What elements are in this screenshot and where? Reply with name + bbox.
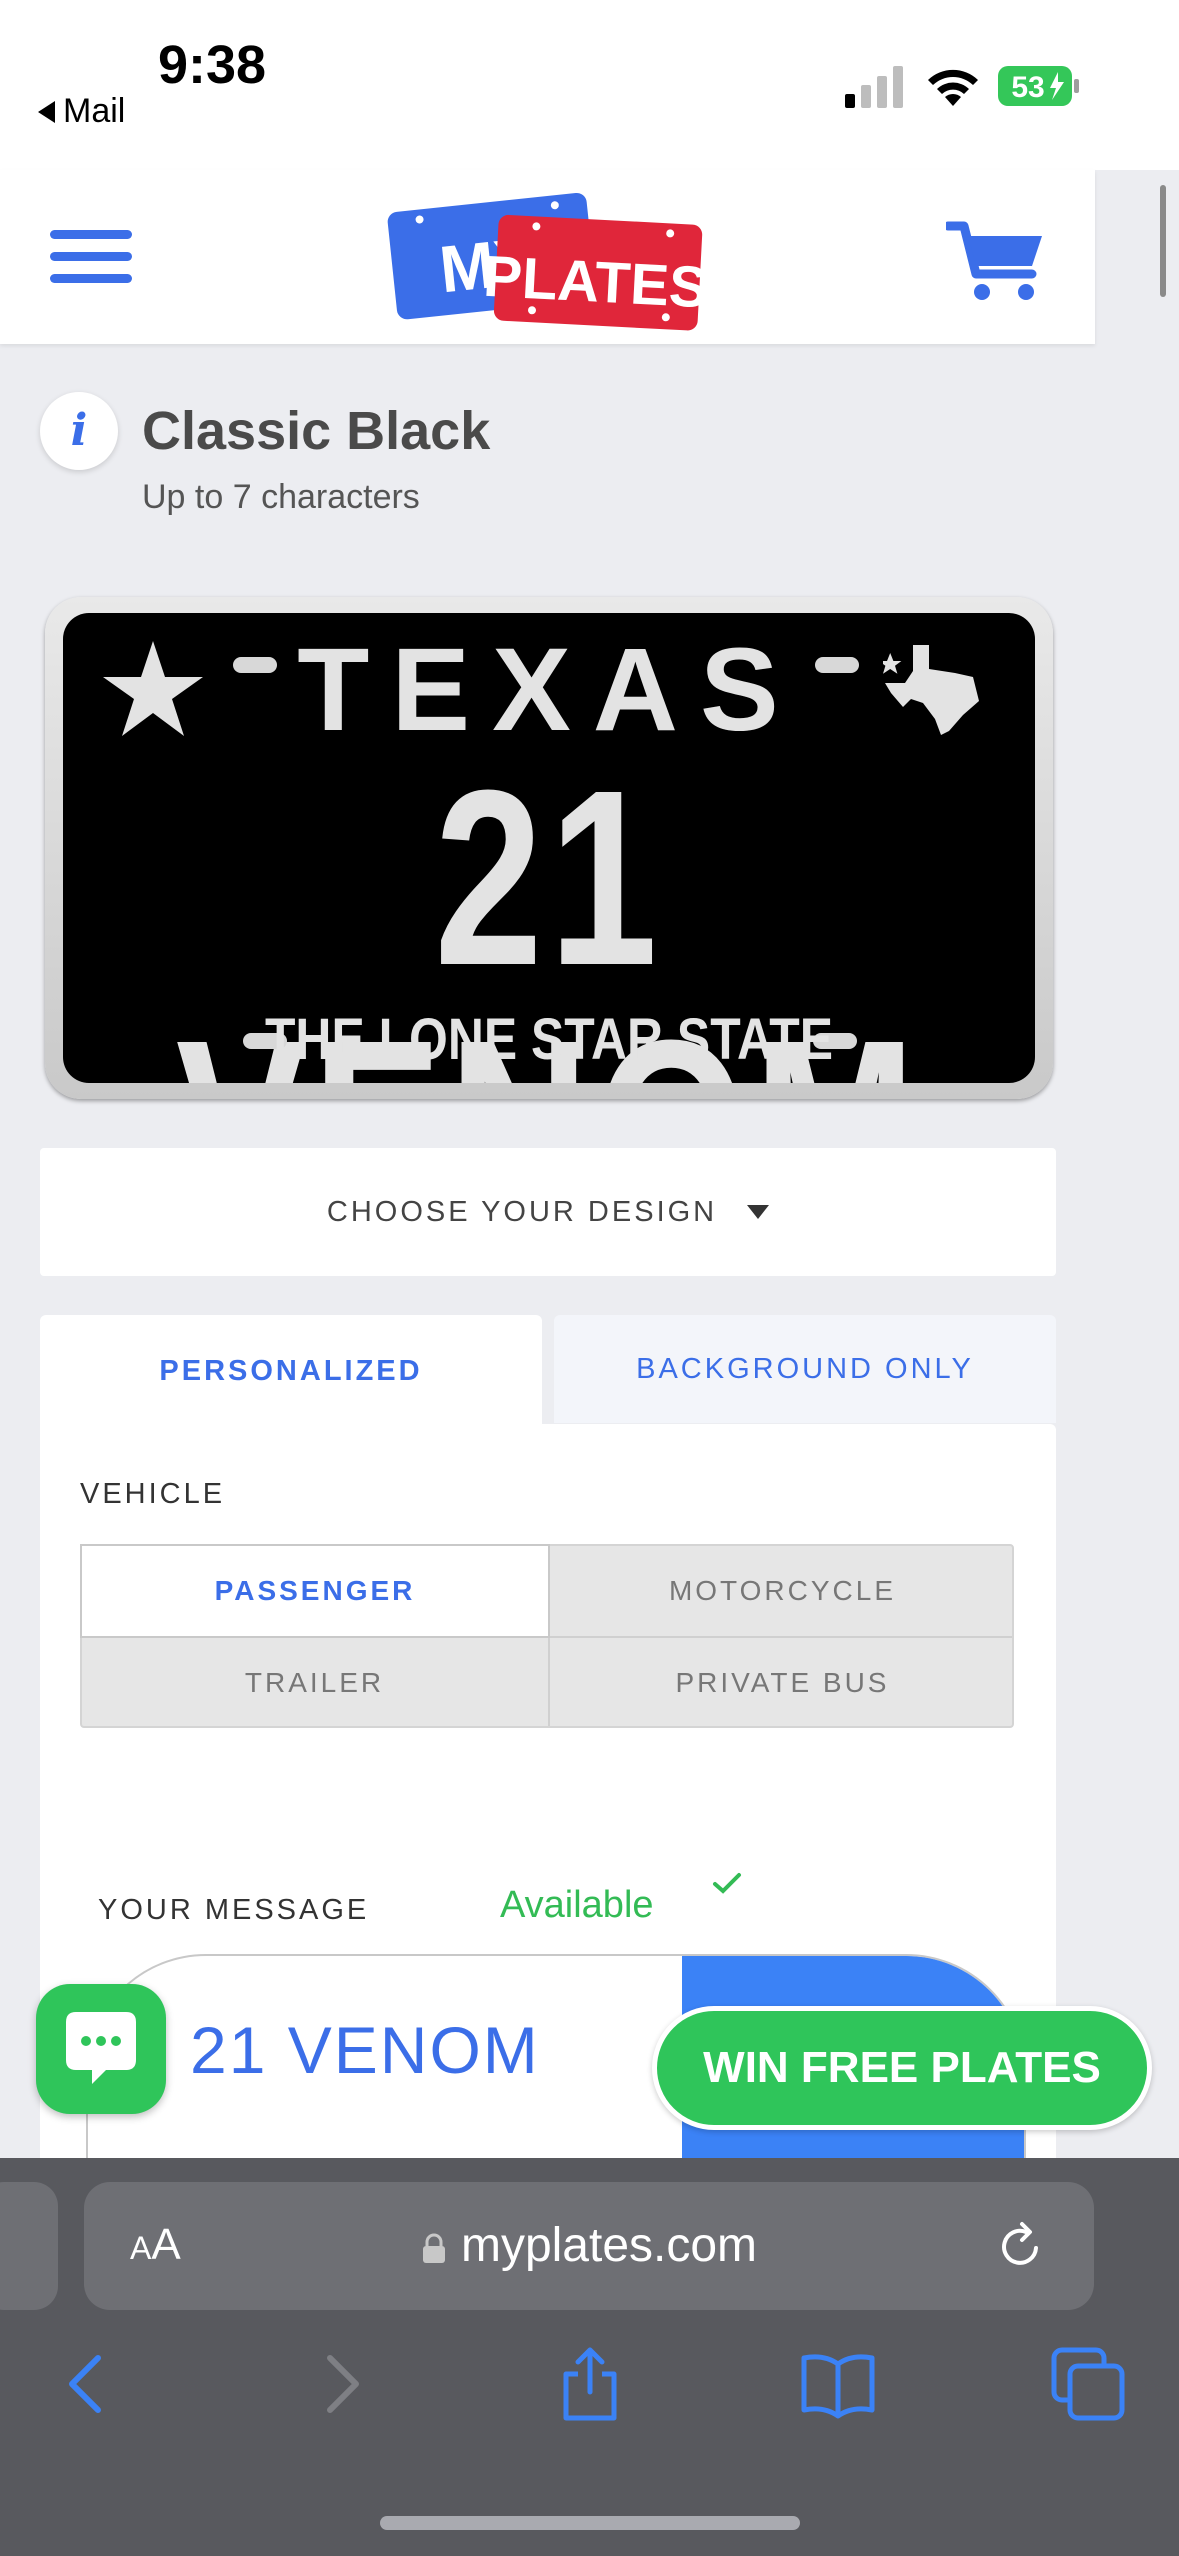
license-plate-preview: TEXAS 21 VENOM THE LONE STAR STATE (45, 597, 1053, 1099)
message-input-value[interactable]: 21 VENOM (190, 2012, 540, 2088)
home-indicator[interactable] (380, 2516, 800, 2530)
choose-design-label: CHOOSE YOUR DESIGN (326, 1195, 718, 1228)
previous-tab-preview[interactable] (0, 2182, 58, 2310)
wifi-icon (928, 69, 978, 106)
cellular-signal-icon (845, 66, 903, 108)
vehicle-option-private-bus[interactable]: PRIVATE BUS (550, 1638, 1015, 1728)
page-scrollbar[interactable] (1160, 185, 1166, 297)
back-to-mail-link[interactable]: Mail (38, 92, 125, 131)
address-bar[interactable]: AA myplates.com (84, 2182, 1094, 2310)
info-icon[interactable]: i (40, 392, 118, 470)
chat-button[interactable] (36, 1984, 166, 2114)
shopping-cart-icon[interactable] (946, 218, 1046, 306)
url-text: myplates.com (460, 2219, 758, 2272)
bookmarks-icon[interactable] (800, 2346, 876, 2422)
lock-icon (422, 2233, 445, 2264)
your-message-label: YOUR MESSAGE (98, 1894, 370, 1926)
vehicle-type-selector: PASSENGER MOTORCYCLE TRAILER PRIVATE BUS (80, 1544, 1014, 1728)
vehicle-option-trailer[interactable]: TRAILER (82, 1638, 547, 1728)
plate-style-title: Classic Black (142, 401, 491, 461)
caret-down-icon (747, 1205, 770, 1219)
win-free-plates-button[interactable]: WIN FREE PLATES (652, 2006, 1152, 2130)
tabs-icon[interactable] (1050, 2346, 1126, 2422)
tab-background-only[interactable]: BACKGROUND ONLY (554, 1315, 1056, 1423)
back-icon[interactable] (50, 2346, 126, 2422)
reload-icon[interactable] (996, 2220, 1046, 2272)
svg-text:PLATES: PLATES (482, 244, 710, 321)
plate-slogan: THE LONE STAR STATE (264, 1007, 834, 1072)
hamburger-menu-icon[interactable] (50, 230, 132, 286)
status-bar: 9:38 Mail 53 (0, 0, 1179, 170)
status-time: 9:38 (158, 35, 267, 95)
vehicle-option-motorcycle[interactable]: MOTORCYCLE (550, 1546, 1015, 1636)
vehicle-option-passenger[interactable]: PASSENGER (80, 1544, 550, 1638)
texas-map-icon (883, 645, 979, 735)
checkmark-icon (713, 1873, 741, 1894)
site-header: MY PLATES (0, 170, 1095, 344)
availability-status: Available (500, 1884, 654, 1926)
choose-design-dropdown[interactable]: CHOOSE YOUR DESIGN (40, 1148, 1056, 1276)
back-arrow-icon (38, 100, 55, 123)
chat-bubble-icon (66, 2012, 136, 2084)
myplates-logo[interactable]: MY PLATES (384, 184, 710, 336)
share-icon[interactable] (552, 2346, 628, 2422)
plate-style-subtitle: Up to 7 characters (142, 478, 420, 516)
battery-level: 53 (1011, 71, 1044, 104)
back-app-label: Mail (63, 92, 126, 130)
forward-icon[interactable] (302, 2346, 378, 2422)
tab-personalized[interactable]: PERSONALIZED (40, 1315, 542, 1427)
vehicle-label: VEHICLE (80, 1478, 226, 1510)
battery-icon: 53 (998, 66, 1079, 106)
